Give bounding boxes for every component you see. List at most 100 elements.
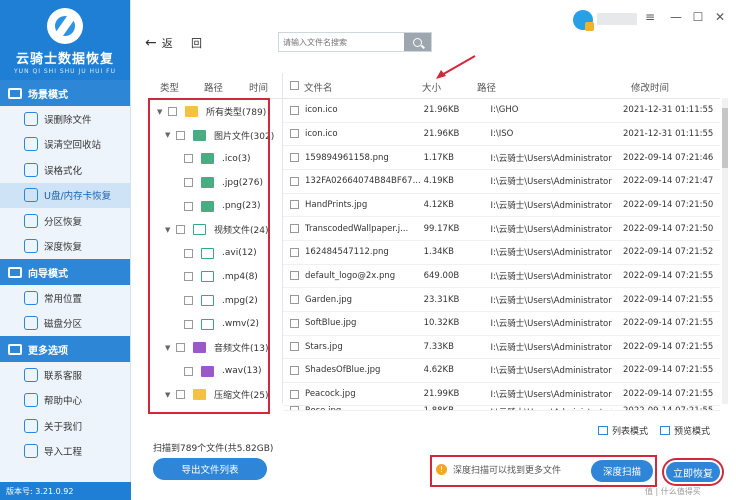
sidebar-item-recycle-bin[interactable]: 误清空回收站	[0, 132, 130, 158]
section-wizard-mode: 向导模式	[0, 259, 130, 285]
table-row[interactable]: HandPrints.jpg 4.12KB I:\云骑士\Users\Adminis…	[283, 194, 720, 218]
list-mode-button[interactable]: 列表模式	[598, 424, 648, 437]
file-modified-time: 2022-09-14 07:21:47	[623, 176, 714, 187]
row-checkbox[interactable]	[290, 176, 299, 186]
table-row[interactable]: 162484547112.png 1.34KB I:\云骑士\Users\Admin…	[283, 241, 720, 265]
file-name: Peacock.jpg	[305, 389, 356, 400]
tree-header-time[interactable]: 时间	[249, 80, 268, 94]
maximize-button[interactable]: ☐	[691, 10, 705, 24]
row-checkbox[interactable]	[290, 153, 299, 163]
sidebar-item-help[interactable]: 帮助中心	[0, 388, 130, 414]
row-checkbox[interactable]	[290, 224, 299, 234]
sidebar-item-label: 联系客服	[44, 370, 83, 382]
file-path: I:\云骑士\Users\Administrator\Ap...	[490, 224, 612, 235]
table-row[interactable]: Peacock.jpg 21.99KB I:\云骑士\Users\Administr…	[283, 383, 720, 407]
avatar[interactable]	[573, 10, 594, 31]
sidebar-item-usb-card[interactable]: U盘/内存卡恢复	[0, 182, 130, 208]
sidebar-item-partition[interactable]: 分区恢复	[0, 208, 130, 234]
username-redacted	[597, 13, 637, 25]
sidebar-item-deep-recovery[interactable]: 深度恢复	[0, 234, 130, 260]
file-size: 4.12KB	[423, 199, 454, 210]
file-modified-time: 2022-09-14 07:21:55	[623, 389, 714, 400]
file-size: 21.99KB	[423, 389, 460, 400]
tree-header-type[interactable]: 类型	[160, 80, 179, 94]
table-row[interactable]: Garden.jpg 23.31KB I:\云骑士\Users\Administra…	[283, 288, 720, 312]
file-name: SoftBlue.jpg	[305, 318, 357, 329]
sidebar-item-label: 磁盘分区	[44, 319, 83, 331]
table-row[interactable]: Stars.jpg 7.33KB I:\云骑士\Users\Administrato…	[283, 336, 720, 360]
file-name: 132FA02664074B84BF67...	[305, 176, 421, 187]
file-name: ShadesOfBlue.jpg	[305, 365, 381, 376]
deep-scan-button[interactable]: 深度扫描	[591, 460, 653, 482]
back-button[interactable]: ← 返	[145, 35, 173, 51]
close-button[interactable]: ✕	[713, 10, 727, 24]
tree-header-path[interactable]: 路径	[204, 80, 223, 94]
row-checkbox[interactable]	[290, 200, 299, 210]
preview-mode-button[interactable]: 预览模式	[660, 424, 710, 437]
recover-now-button[interactable]: 立即恢复	[664, 460, 722, 484]
file-modified-time: 2021-12-31 01:11:55	[623, 105, 714, 116]
sidebar-item-contact[interactable]: 联系客服	[0, 362, 130, 388]
list-mode-label: 列表模式	[612, 427, 649, 437]
partition-icon	[24, 213, 38, 228]
sidebar-item-format[interactable]: 误格式化	[0, 157, 130, 183]
return-button[interactable]: 回	[191, 35, 202, 51]
file-path: I:\云骑士\Users\Administrator\Ap...	[490, 319, 612, 330]
file-name: icon.ico	[305, 105, 338, 116]
file-modified-time: 2022-09-14 07:21:52	[623, 247, 714, 258]
file-path: I:\云骑士\Users\Administrator\Ap...	[490, 366, 612, 377]
export-list-button[interactable]: 导出文件列表	[153, 458, 267, 480]
search-input[interactable]	[279, 33, 404, 51]
sidebar-item-label: 误删除文件	[44, 114, 92, 126]
row-checkbox[interactable]	[290, 105, 299, 115]
list-header-size[interactable]: 大小	[422, 80, 441, 94]
file-list-scrollbar[interactable]	[722, 98, 728, 404]
list-header-modified[interactable]: 修改时间	[631, 80, 669, 94]
grid-icon	[660, 426, 670, 435]
sidebar-item-import[interactable]: 导入工程	[0, 439, 130, 465]
file-path: I:\云骑士\Users\Administrator\Ap...	[490, 248, 612, 259]
table-row[interactable]: icon.ico 21.96KB I:\GHO 2021-12-31 01:11:55	[283, 99, 720, 123]
file-path: I:\云骑士\Users\Administrator\Ap...	[490, 295, 612, 306]
row-checkbox[interactable]	[290, 295, 299, 305]
row-checkbox[interactable]	[290, 365, 299, 375]
file-name: 159894961158.png	[305, 152, 389, 163]
table-row[interactable]: SoftBlue.jpg 10.32KB I:\云骑士\Users\Administ…	[283, 312, 720, 336]
row-checkbox[interactable]	[290, 389, 299, 399]
file-path: I:\云骑士\Users\Administrator\Ap...	[490, 177, 612, 188]
sidebar-item-about[interactable]: 关于我们	[0, 413, 130, 439]
file-size: 10.32KB	[423, 318, 460, 329]
file-name: Stars.jpg	[305, 341, 343, 352]
file-path: I:\云骑士\Users\Administrator\Ap...	[477, 406, 612, 410]
row-checkbox[interactable]	[290, 271, 299, 281]
row-checkbox[interactable]	[290, 318, 299, 328]
row-checkbox[interactable]	[290, 129, 299, 139]
row-checkbox[interactable]	[290, 342, 299, 352]
section-title: 场景模式	[28, 89, 68, 101]
row-checkbox[interactable]	[290, 247, 299, 257]
table-row[interactable]: default_logo@2x.png 649.00B I:\云骑士\Users\A…	[283, 265, 720, 289]
select-all-checkbox[interactable]	[290, 81, 299, 90]
list-header-name[interactable]: 文件名	[304, 80, 333, 94]
table-row[interactable]: TranscodedWallpaper.j... 99.17KB I:\云骑士\Us…	[283, 217, 720, 241]
search-button[interactable]	[404, 33, 431, 51]
menu-button[interactable]: ≡	[643, 10, 657, 24]
logo-icon	[47, 8, 83, 44]
table-row[interactable]: icon.ico 21.96KB I:\ISO 2021-12-31 01:11:55	[283, 123, 720, 147]
sidebar-item-common-locations[interactable]: 常用位置	[0, 285, 130, 311]
table-row[interactable]: ShadesOfBlue.jpg 4.62KB I:\云骑士\Users\Admin…	[283, 359, 720, 383]
warning-icon: !	[436, 464, 447, 475]
sidebar-item-deleted-files[interactable]: 误删除文件	[0, 106, 130, 132]
tip-text: 深度扫描可以找到更多文件	[453, 466, 562, 476]
table-row[interactable]: 159894961158.png 1.17KB I:\云骑士\Users\Admin…	[283, 146, 720, 170]
sidebar-item-disk-partition[interactable]: 磁盘分区	[0, 311, 130, 337]
sidebar: 云骑士数据恢复 YUN QI SHI SHU JU HUI FU 场景模式 误删…	[0, 0, 131, 500]
minimize-button[interactable]: —	[669, 10, 683, 24]
file-modified-time: 2022-09-14 07:21:50	[623, 223, 714, 234]
list-header-path[interactable]: 路径	[477, 80, 496, 94]
table-row[interactable]: Rose.jpg1.88KBI:\云骑士\Users\Administrator…	[283, 406, 720, 411]
row-checkbox[interactable]	[290, 406, 299, 411]
file-size: 21.96KB	[423, 105, 460, 116]
scrollbar-thumb[interactable]	[722, 108, 728, 168]
table-row[interactable]: 132FA02664074B84BF67... 4.19KB I:\云骑士\User…	[283, 170, 720, 194]
